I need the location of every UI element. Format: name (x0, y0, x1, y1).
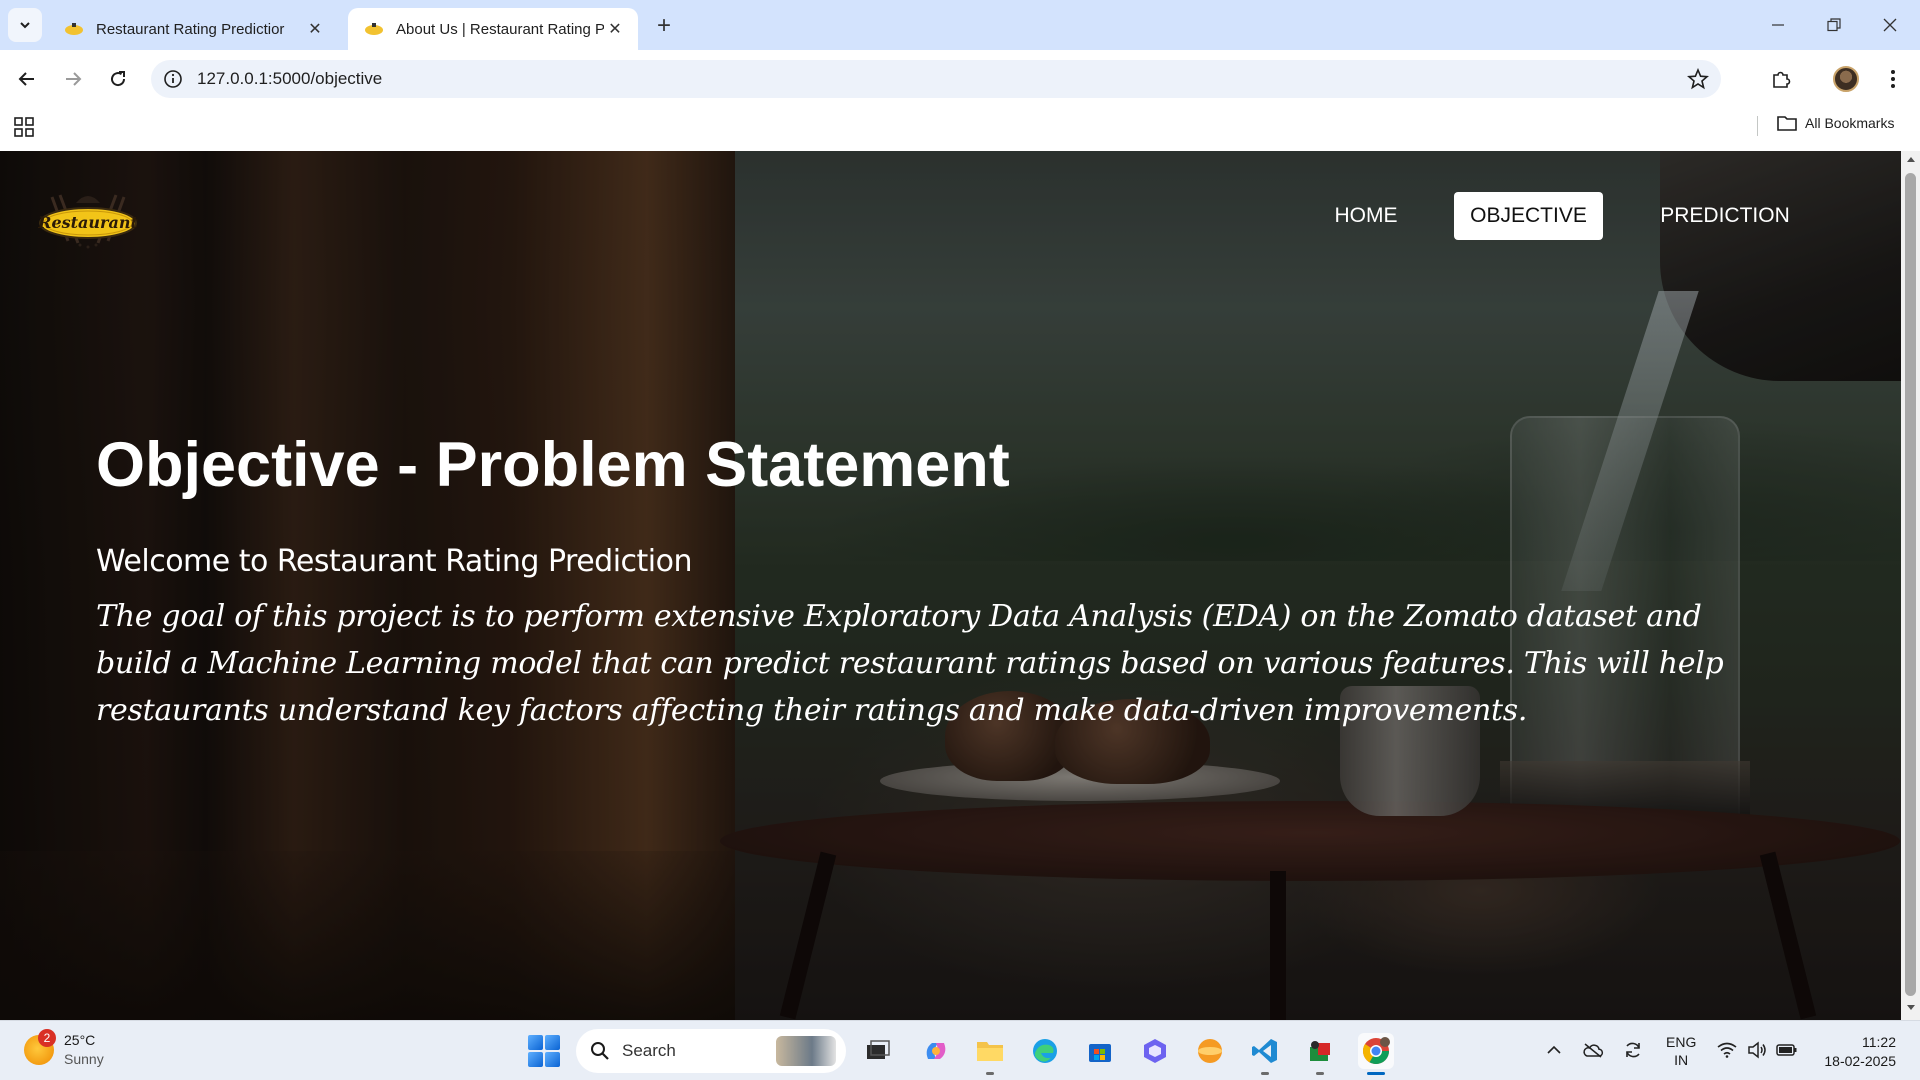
puzzle-icon (1773, 71, 1791, 88)
nav-objective[interactable]: OBJECTIVE (1454, 192, 1603, 240)
forward-button[interactable] (55, 61, 91, 97)
sun-icon: 2 (24, 1029, 56, 1065)
minimize-button[interactable] (1750, 0, 1806, 50)
nav-home[interactable]: HOME (1318, 192, 1414, 240)
chevron-down-icon (20, 22, 30, 29)
vscode-icon[interactable] (1247, 1033, 1283, 1075)
all-bookmarks-button[interactable]: All Bookmarks (1777, 114, 1894, 132)
browser-toolbar: 127.0.0.1:5000/objective (0, 50, 1920, 108)
m365-icon[interactable] (1137, 1033, 1173, 1069)
battery-icon[interactable] (1776, 1039, 1798, 1061)
menu-button[interactable] (1875, 61, 1911, 97)
page-scrollbar[interactable] (1901, 151, 1920, 1020)
url-text: 127.0.0.1:5000/objective (197, 69, 383, 88)
tab-restaurant-rating[interactable]: Restaurant Rating Predictior ✕ (48, 8, 338, 50)
edge-icon[interactable] (1027, 1033, 1063, 1069)
language-code: ENG (1666, 1034, 1697, 1050)
system-clock[interactable]: 11:22 18-02-2025 (1816, 1033, 1896, 1071)
close-icon[interactable]: ✕ (604, 18, 626, 40)
clock-time: 11:22 (1862, 1034, 1896, 1050)
weather-widget[interactable]: 2 25°C Sunny (24, 1029, 104, 1069)
search-highlight-image (776, 1036, 836, 1066)
more-vertical-icon (1891, 70, 1895, 88)
close-icon (1883, 18, 1897, 32)
tab-about-us[interactable]: About Us | Restaurant Rating Pr ✕ (348, 8, 638, 50)
welcome-heading: Welcome to Restaurant Rating Prediction (96, 544, 692, 579)
search-icon (591, 1042, 609, 1060)
chrome-icon[interactable] (1358, 1033, 1394, 1075)
folder-icon (1777, 116, 1797, 131)
info-icon[interactable] (163, 69, 183, 89)
restore-button[interactable] (1806, 0, 1862, 50)
restore-icon (1827, 18, 1841, 32)
tab-title: Restaurant Rating Predictior (96, 20, 285, 38)
close-window-button[interactable] (1862, 0, 1918, 50)
close-icon[interactable]: ✕ (304, 18, 326, 40)
anaconda-app-icon[interactable] (1302, 1033, 1338, 1075)
clock-date: 18-02-2025 (1824, 1053, 1896, 1069)
apps-grid-icon[interactable] (14, 117, 34, 137)
bookmarks-separator (1757, 116, 1758, 136)
profile-button[interactable] (1828, 61, 1864, 97)
start-button[interactable] (528, 1035, 560, 1067)
orange-app-icon[interactable] (1192, 1033, 1228, 1069)
task-view-icon[interactable] (860, 1033, 896, 1069)
favicon-icon (65, 23, 83, 35)
wifi-icon[interactable] (1716, 1039, 1738, 1061)
new-tab-button[interactable]: + (650, 12, 678, 40)
tab-title: About Us | Restaurant Rating Pr (396, 20, 604, 38)
page-title: Objective - Problem Statement (96, 430, 1010, 500)
microsoft-store-icon[interactable] (1082, 1033, 1118, 1069)
arrow-left-icon (18, 72, 34, 86)
minimize-icon (1772, 24, 1784, 26)
copilot-icon[interactable] (918, 1033, 954, 1069)
address-bar[interactable]: 127.0.0.1:5000/objective (151, 60, 1721, 98)
star-icon[interactable] (1687, 68, 1709, 90)
all-bookmarks-label: All Bookmarks (1805, 115, 1895, 131)
back-button[interactable] (9, 61, 45, 97)
onedrive-icon[interactable] (1582, 1039, 1604, 1061)
tab-strip: Restaurant Rating Predictior ✕ About Us … (0, 0, 1920, 50)
taskbar-search-label: Search (622, 1041, 676, 1060)
reload-button[interactable] (100, 61, 136, 97)
weather-condition: Sunny (64, 1051, 104, 1067)
taskbar-search[interactable]: Search (576, 1029, 846, 1073)
logo-text: Restaurant (38, 213, 138, 232)
avatar (1833, 66, 1859, 92)
sync-icon[interactable] (1622, 1039, 1644, 1061)
nav-prediction[interactable]: PREDICTION (1645, 192, 1805, 240)
weather-temp: 25°C (64, 1032, 96, 1048)
scroll-thumb[interactable] (1905, 173, 1916, 996)
reload-icon (111, 71, 126, 87)
weather-badge: 2 (38, 1029, 56, 1047)
bookmarks-bar (0, 108, 1920, 151)
scroll-up-arrow-icon[interactable] (1901, 155, 1920, 167)
background-overlay (0, 151, 1901, 1020)
favicon-icon (365, 23, 383, 35)
extensions-button[interactable] (1763, 61, 1799, 97)
chevron-up-icon[interactable] (1543, 1039, 1565, 1061)
arrow-right-icon (66, 72, 82, 86)
tab-search-button[interactable] (8, 8, 42, 42)
language-indicator[interactable]: ENG IN (1666, 1033, 1696, 1069)
volume-icon[interactable] (1746, 1039, 1768, 1061)
file-explorer-icon[interactable] (972, 1033, 1008, 1075)
scroll-down-arrow-icon[interactable] (1901, 1004, 1920, 1016)
language-region: IN (1674, 1052, 1689, 1068)
taskbar: 2 25°C Sunny Search ENG IN 11:22 18-02-2… (0, 1020, 1920, 1080)
objective-description: The goal of this project is to perform e… (96, 599, 1724, 728)
page-viewport: Restaurant HOME OBJECTIVE PREDICTION Obj… (0, 151, 1901, 1020)
restaurant-logo[interactable]: Restaurant (38, 187, 138, 255)
